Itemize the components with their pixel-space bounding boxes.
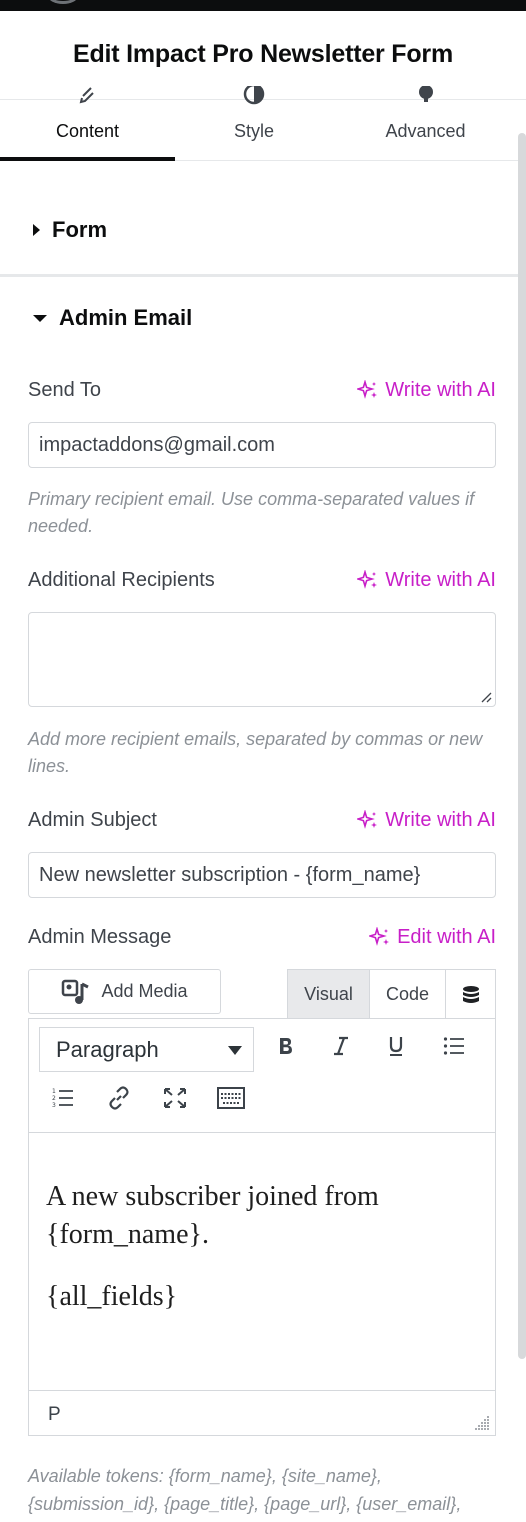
page-title: Edit Impact Pro Newsletter Form (73, 40, 453, 68)
tokens-help: Available tokens: {form_name}, {site_nam… (28, 1466, 462, 1514)
sparkle-icon (369, 926, 390, 946)
section-title: Admin Email (59, 305, 193, 330)
tab-label: Content (55, 121, 120, 141)
chevron-down-icon (228, 1046, 242, 1055)
section-form: Form (0, 160, 518, 277)
write-with-ai-button[interactable]: Write with AI (357, 809, 496, 832)
keyboard-icon (217, 1087, 245, 1109)
caret-right-icon (33, 224, 40, 236)
send-to-value: impactaddons@gmail.com (39, 433, 275, 456)
bullet-list-icon (443, 1037, 464, 1055)
write-with-ai-button[interactable]: Write with AI (357, 569, 496, 592)
sparkle-icon (357, 809, 378, 829)
rich-text-editor: Paragraph 123 A new subscriber joined fr… (28, 1018, 496, 1436)
tab-visual[interactable]: Visual (288, 970, 370, 1019)
tab-code[interactable]: Code (370, 970, 446, 1019)
database-icon (462, 985, 479, 1003)
bullet-list-button[interactable] (437, 1029, 471, 1063)
resize-handle-icon[interactable] (474, 1415, 490, 1431)
top-bar (0, 0, 526, 11)
section-title: Form (52, 217, 107, 242)
add-media-button[interactable]: Add Media (28, 969, 221, 1014)
underline-button[interactable] (379, 1029, 413, 1063)
editor-toolbar: Paragraph 123 (29, 1019, 495, 1133)
logo-icon (48, 0, 78, 4)
additional-recipients-help: Add more recipient emails, separated by … (28, 729, 483, 776)
svg-text:2: 2 (52, 1095, 56, 1102)
editor-content[interactable]: A new subscriber joined from {form_name}… (29, 1133, 495, 1389)
link-button[interactable] (102, 1081, 136, 1115)
add-media-label: Add Media (101, 981, 188, 1001)
send-to-label: Send To (28, 379, 102, 401)
admin-subject-label: Admin Subject (28, 809, 157, 831)
ai-link-label: Write with AI (385, 809, 496, 831)
pencil-icon (77, 86, 99, 106)
element-path[interactable]: P (48, 1404, 61, 1426)
half-circle-icon (243, 83, 265, 106)
additional-recipients-label: Additional Recipients (28, 569, 215, 591)
edit-with-ai-button[interactable]: Edit with AI (369, 926, 496, 949)
toolbar-toggle-button[interactable] (214, 1081, 248, 1115)
bold-icon (280, 1038, 292, 1054)
message-paragraph: {all_fields} (46, 1281, 178, 1312)
ai-link-label: Write with AI (385, 379, 496, 401)
tab-advanced[interactable]: Advanced (333, 85, 518, 160)
fullscreen-button[interactable] (158, 1081, 192, 1115)
send-to-input[interactable]: impactaddons@gmail.com (28, 422, 496, 468)
scrollbar[interactable] (518, 133, 526, 1359)
svg-text:1: 1 (52, 1088, 56, 1095)
send-to-help: Primary recipient email. Use comma-separ… (28, 489, 475, 536)
numbered-list-icon: 123 (52, 1088, 73, 1109)
sparkle-icon (357, 569, 378, 589)
admin-subject-value: New newsletter subscription - {form_name… (39, 863, 421, 886)
add-media-icon (62, 979, 90, 1004)
panel-tabs: Content Style Advanced (0, 83, 526, 161)
tab-style[interactable]: Style (175, 83, 333, 160)
format-select[interactable]: Paragraph (39, 1027, 254, 1072)
message-paragraph: A new subscriber joined from {form_name}… (46, 1181, 379, 1250)
section-admin-email-toggle[interactable]: Admin Email (33, 305, 192, 331)
editor-statusbar: P (29, 1390, 495, 1436)
italic-icon (334, 1036, 348, 1056)
link-icon (109, 1086, 129, 1110)
section-form-toggle[interactable]: Form (33, 217, 107, 243)
additional-recipients-textarea[interactable] (28, 612, 496, 707)
write-with-ai-button[interactable]: Write with AI (357, 379, 496, 402)
tab-label: Style (233, 121, 275, 141)
admin-message-label: Admin Message (28, 926, 172, 948)
gear-icon (415, 85, 437, 106)
fullscreen-icon (164, 1088, 186, 1108)
resize-handle-icon[interactable] (480, 691, 492, 703)
numbered-list-button[interactable]: 123 (46, 1081, 80, 1115)
caret-down-icon (33, 314, 47, 322)
format-select-value: Paragraph (56, 1036, 159, 1062)
admin-subject-input[interactable]: New newsletter subscription - {form_name… (28, 852, 496, 898)
underline-icon (389, 1037, 403, 1056)
svg-text:3: 3 (52, 1102, 56, 1109)
dynamic-tags-button[interactable] (446, 970, 495, 1019)
editor-mode-tabs: Visual Code (287, 969, 496, 1019)
sparkle-icon (357, 379, 378, 399)
ai-link-label: Write with AI (385, 569, 496, 591)
italic-button[interactable] (324, 1029, 358, 1063)
bold-button[interactable] (269, 1029, 303, 1063)
tab-label: Advanced (385, 121, 466, 141)
ai-link-label: Edit with AI (397, 926, 496, 948)
tab-content[interactable]: Content (0, 87, 175, 161)
